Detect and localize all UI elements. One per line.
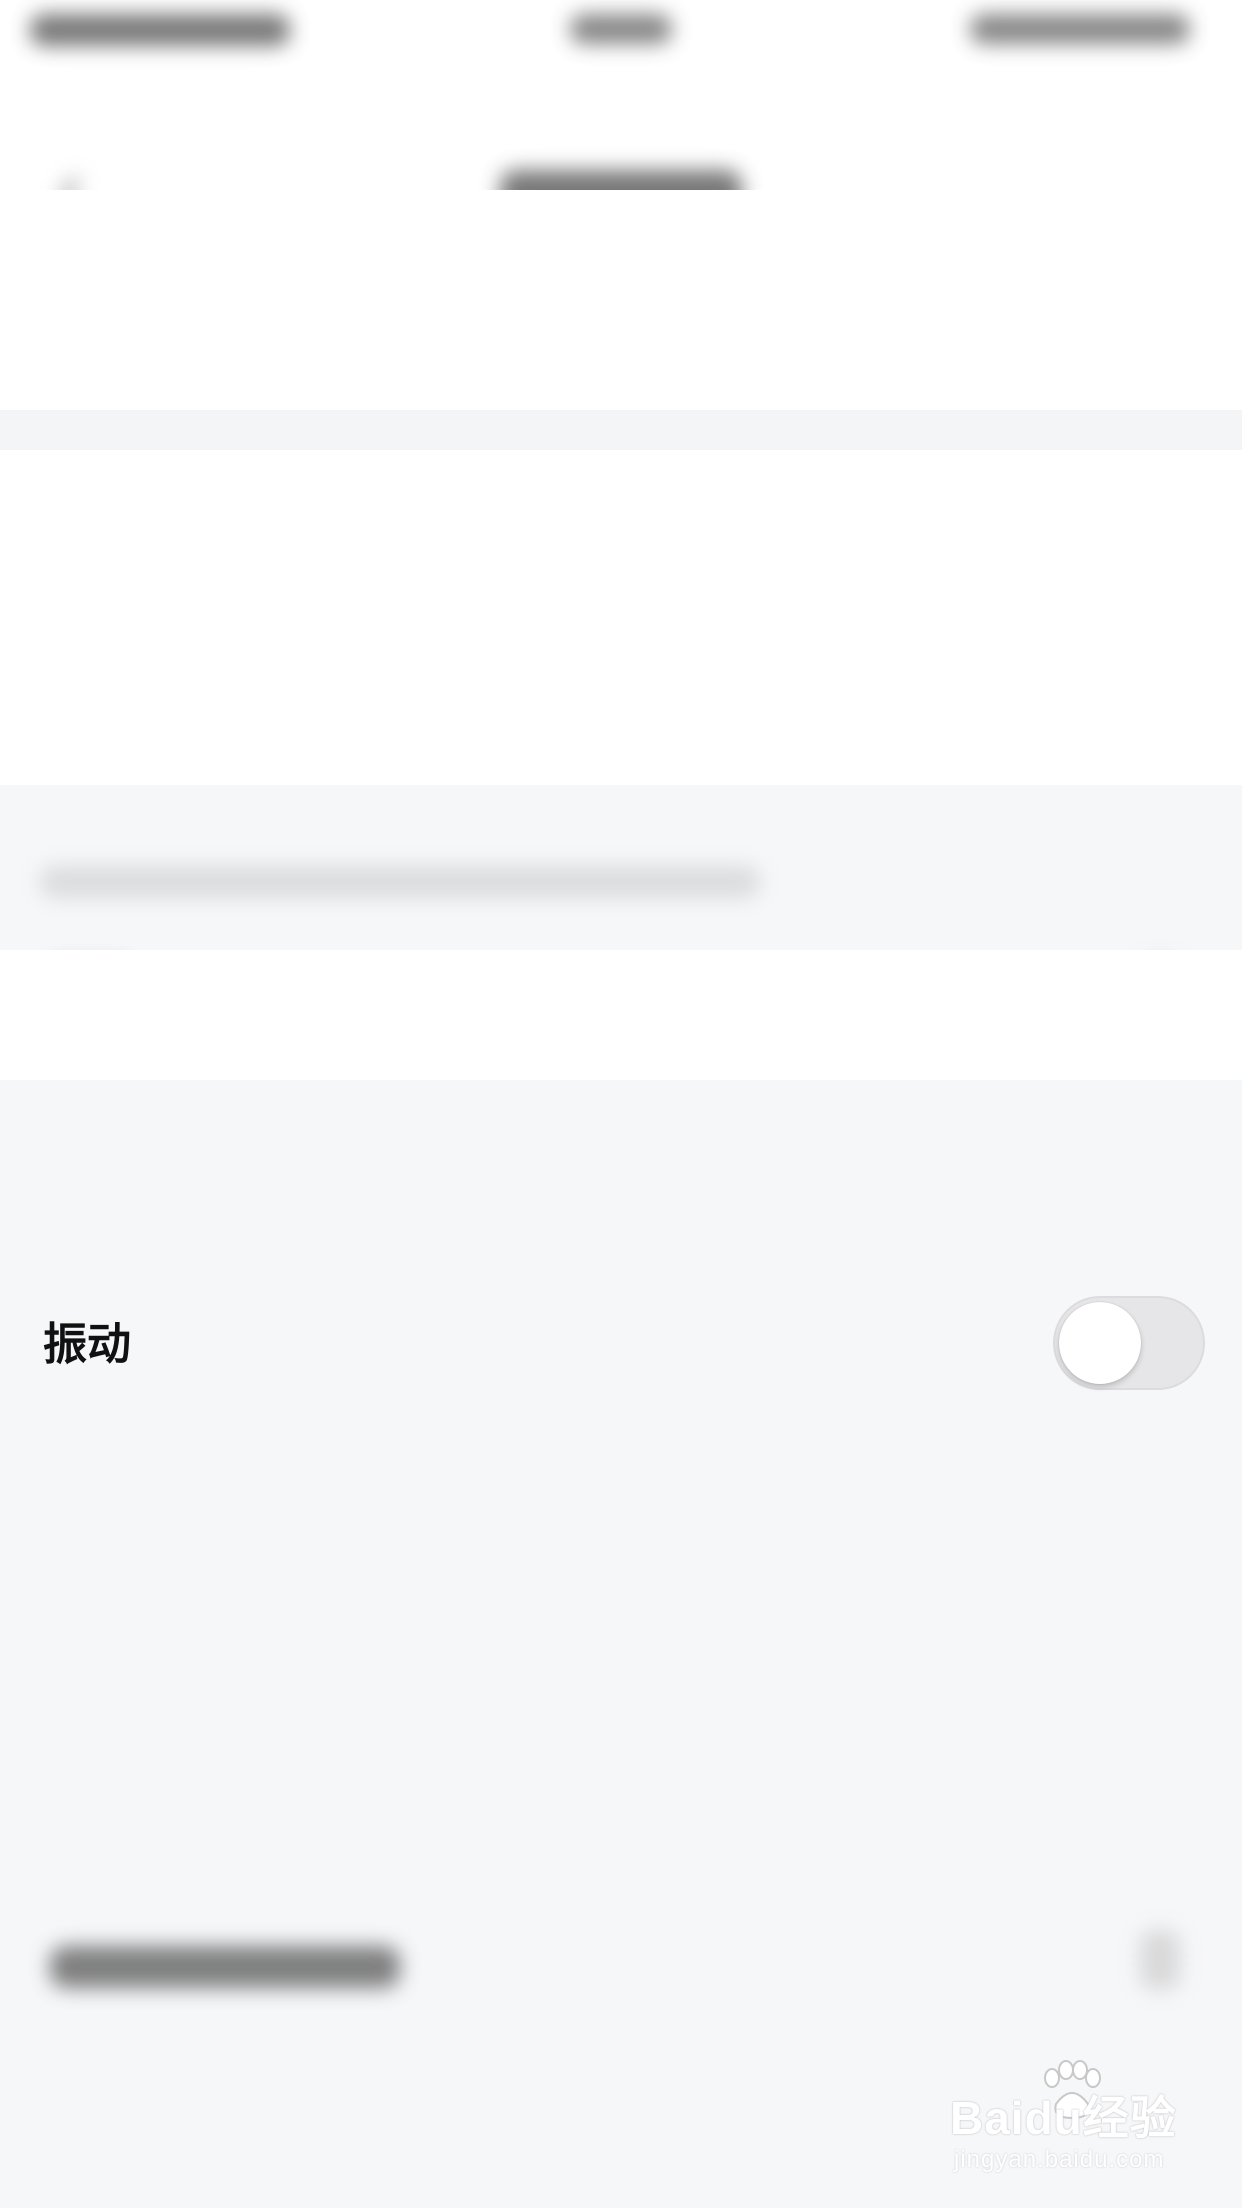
section-caption-blurred — [40, 866, 760, 898]
toggle-knob — [1059, 1302, 1141, 1384]
section-divider — [0, 410, 1242, 450]
settings-row-3[interactable] — [0, 950, 1242, 1990]
vibrate-toggle[interactable] — [1053, 1296, 1205, 1390]
status-bar-time-blurred — [570, 14, 672, 44]
status-bar-left-blurred — [30, 14, 290, 46]
vibrate-label: 振动 — [43, 1319, 131, 1370]
navigation-bar — [0, 70, 1242, 216]
watermark-brand: Baidu经验 — [950, 2092, 1177, 2144]
chevron-right-icon — [1140, 1930, 1180, 1990]
settings-row-3-title-blurred — [50, 1946, 400, 1988]
baidu-jingyan-watermark: Baidu经验 jingyan.baidu.com — [950, 2060, 1190, 2180]
vibrate-setting-row: 振动 — [0, 640, 1242, 1390]
watermark-url: jingyan.baidu.com — [954, 2146, 1165, 2173]
status-bar-right-blurred — [970, 14, 1190, 44]
status-bar — [0, 0, 1242, 70]
settings-screen: 振动 Baidu经验 jingyan.baidu.com — [0, 0, 1242, 2208]
settings-row-1[interactable] — [0, 190, 1242, 538]
